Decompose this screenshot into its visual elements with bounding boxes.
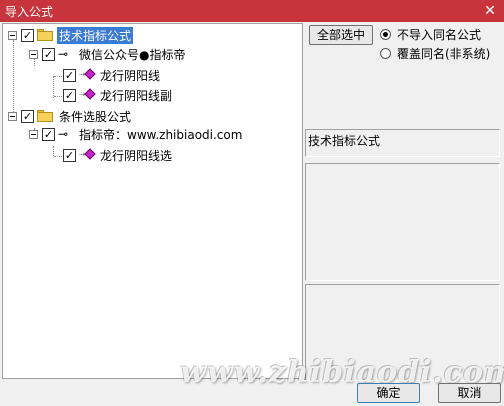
tree-node-label[interactable]: 技术指标公式 bbox=[57, 26, 134, 44]
key-icon: ⊸ bbox=[58, 47, 69, 61]
key-icon: ⊸ bbox=[58, 127, 69, 141]
tree-connector bbox=[53, 146, 54, 156]
close-icon[interactable]: ✕ bbox=[480, 2, 500, 20]
category-label: 技术指标公式 bbox=[308, 134, 381, 148]
formula-tree[interactable]: ✓ 技术指标公式 ✓ ⊸ 微信公众号●指标帝 ✓ ⇢ 龙行阴阳线 ✓ ⇢ 龙行阴… bbox=[2, 23, 303, 379]
formula-diamond-icon: ⇢ bbox=[79, 68, 96, 81]
window-title: 导入公式 bbox=[5, 5, 54, 19]
tree-node-stock-screening[interactable]: ✓ 条件选股公式 bbox=[8, 107, 133, 125]
formula-info-box bbox=[305, 163, 500, 281]
tree-node-label[interactable]: 条件选股公式 bbox=[57, 108, 133, 125]
tree-node-formula-1[interactable]: ✓ ⇢ 龙行阴阳线 bbox=[63, 66, 162, 84]
tree-node-formula-3[interactable]: ✓ ⇢ 龙行阴阳线选 bbox=[63, 146, 174, 164]
tree-connector bbox=[13, 40, 14, 116]
tree-node-label[interactable]: 龙行阴阳线 bbox=[98, 67, 162, 84]
folder-icon bbox=[37, 29, 53, 41]
radio-skip-icon[interactable] bbox=[380, 29, 391, 40]
radio-skip-label: 不导入同名公式 bbox=[397, 28, 482, 42]
radio-skip-duplicates[interactable]: 不导入同名公式 bbox=[380, 26, 481, 43]
tree-node-label[interactable]: 微信公众号●指标帝 bbox=[77, 46, 187, 63]
folder-icon bbox=[37, 110, 53, 122]
tree-node-label[interactable]: 指标帝：www.zhibiaodi.com bbox=[77, 126, 244, 143]
tree-node-label[interactable]: 龙行阴阳线选 bbox=[98, 147, 174, 164]
title-bar: 导入公式 ✕ bbox=[0, 0, 504, 22]
cancel-button[interactable]: 取消 bbox=[438, 383, 501, 403]
category-display: 技术指标公式 bbox=[305, 129, 500, 157]
radio-overwrite-icon[interactable] bbox=[380, 48, 391, 59]
item1-checkbox[interactable]: ✓ bbox=[63, 68, 76, 82]
group2-checkbox[interactable]: ✓ bbox=[42, 127, 55, 141]
tree-node-zhibiaodi-group[interactable]: ✓ ⊸ 指标帝：www.zhibiaodi.com bbox=[29, 125, 244, 143]
tree-node-technical-indicators[interactable]: ✓ 技术指标公式 bbox=[8, 26, 134, 44]
tree-node-wechat-group[interactable]: ✓ ⊸ 微信公众号●指标帝 bbox=[29, 45, 187, 63]
radio-overwrite[interactable]: 覆盖同名(非系统) bbox=[380, 45, 490, 62]
item2-checkbox[interactable]: ✓ bbox=[63, 88, 76, 102]
select-all-button[interactable]: 全部选中 bbox=[309, 25, 373, 45]
collapse-icon[interactable] bbox=[29, 49, 38, 59]
group1-checkbox[interactable]: ✓ bbox=[42, 47, 55, 61]
collapse-icon[interactable] bbox=[29, 129, 38, 139]
root1-checkbox[interactable]: ✓ bbox=[21, 28, 34, 42]
tree-connector bbox=[53, 76, 54, 98]
tree-node-formula-2[interactable]: ✓ ⇢ 龙行阴阳线副 bbox=[63, 86, 174, 104]
item3-checkbox[interactable]: ✓ bbox=[63, 148, 76, 162]
formula-diamond-icon: ⇢ bbox=[79, 148, 96, 161]
ok-button[interactable]: 确定 bbox=[357, 383, 420, 403]
formula-diamond-icon: ⇢ bbox=[79, 88, 96, 101]
collapse-icon[interactable] bbox=[8, 111, 17, 121]
root2-checkbox[interactable]: ✓ bbox=[21, 109, 34, 123]
tree-node-label[interactable]: 龙行阴阳线副 bbox=[98, 87, 174, 104]
radio-overwrite-label: 覆盖同名(非系统) bbox=[397, 47, 491, 61]
collapse-icon[interactable] bbox=[8, 30, 17, 40]
